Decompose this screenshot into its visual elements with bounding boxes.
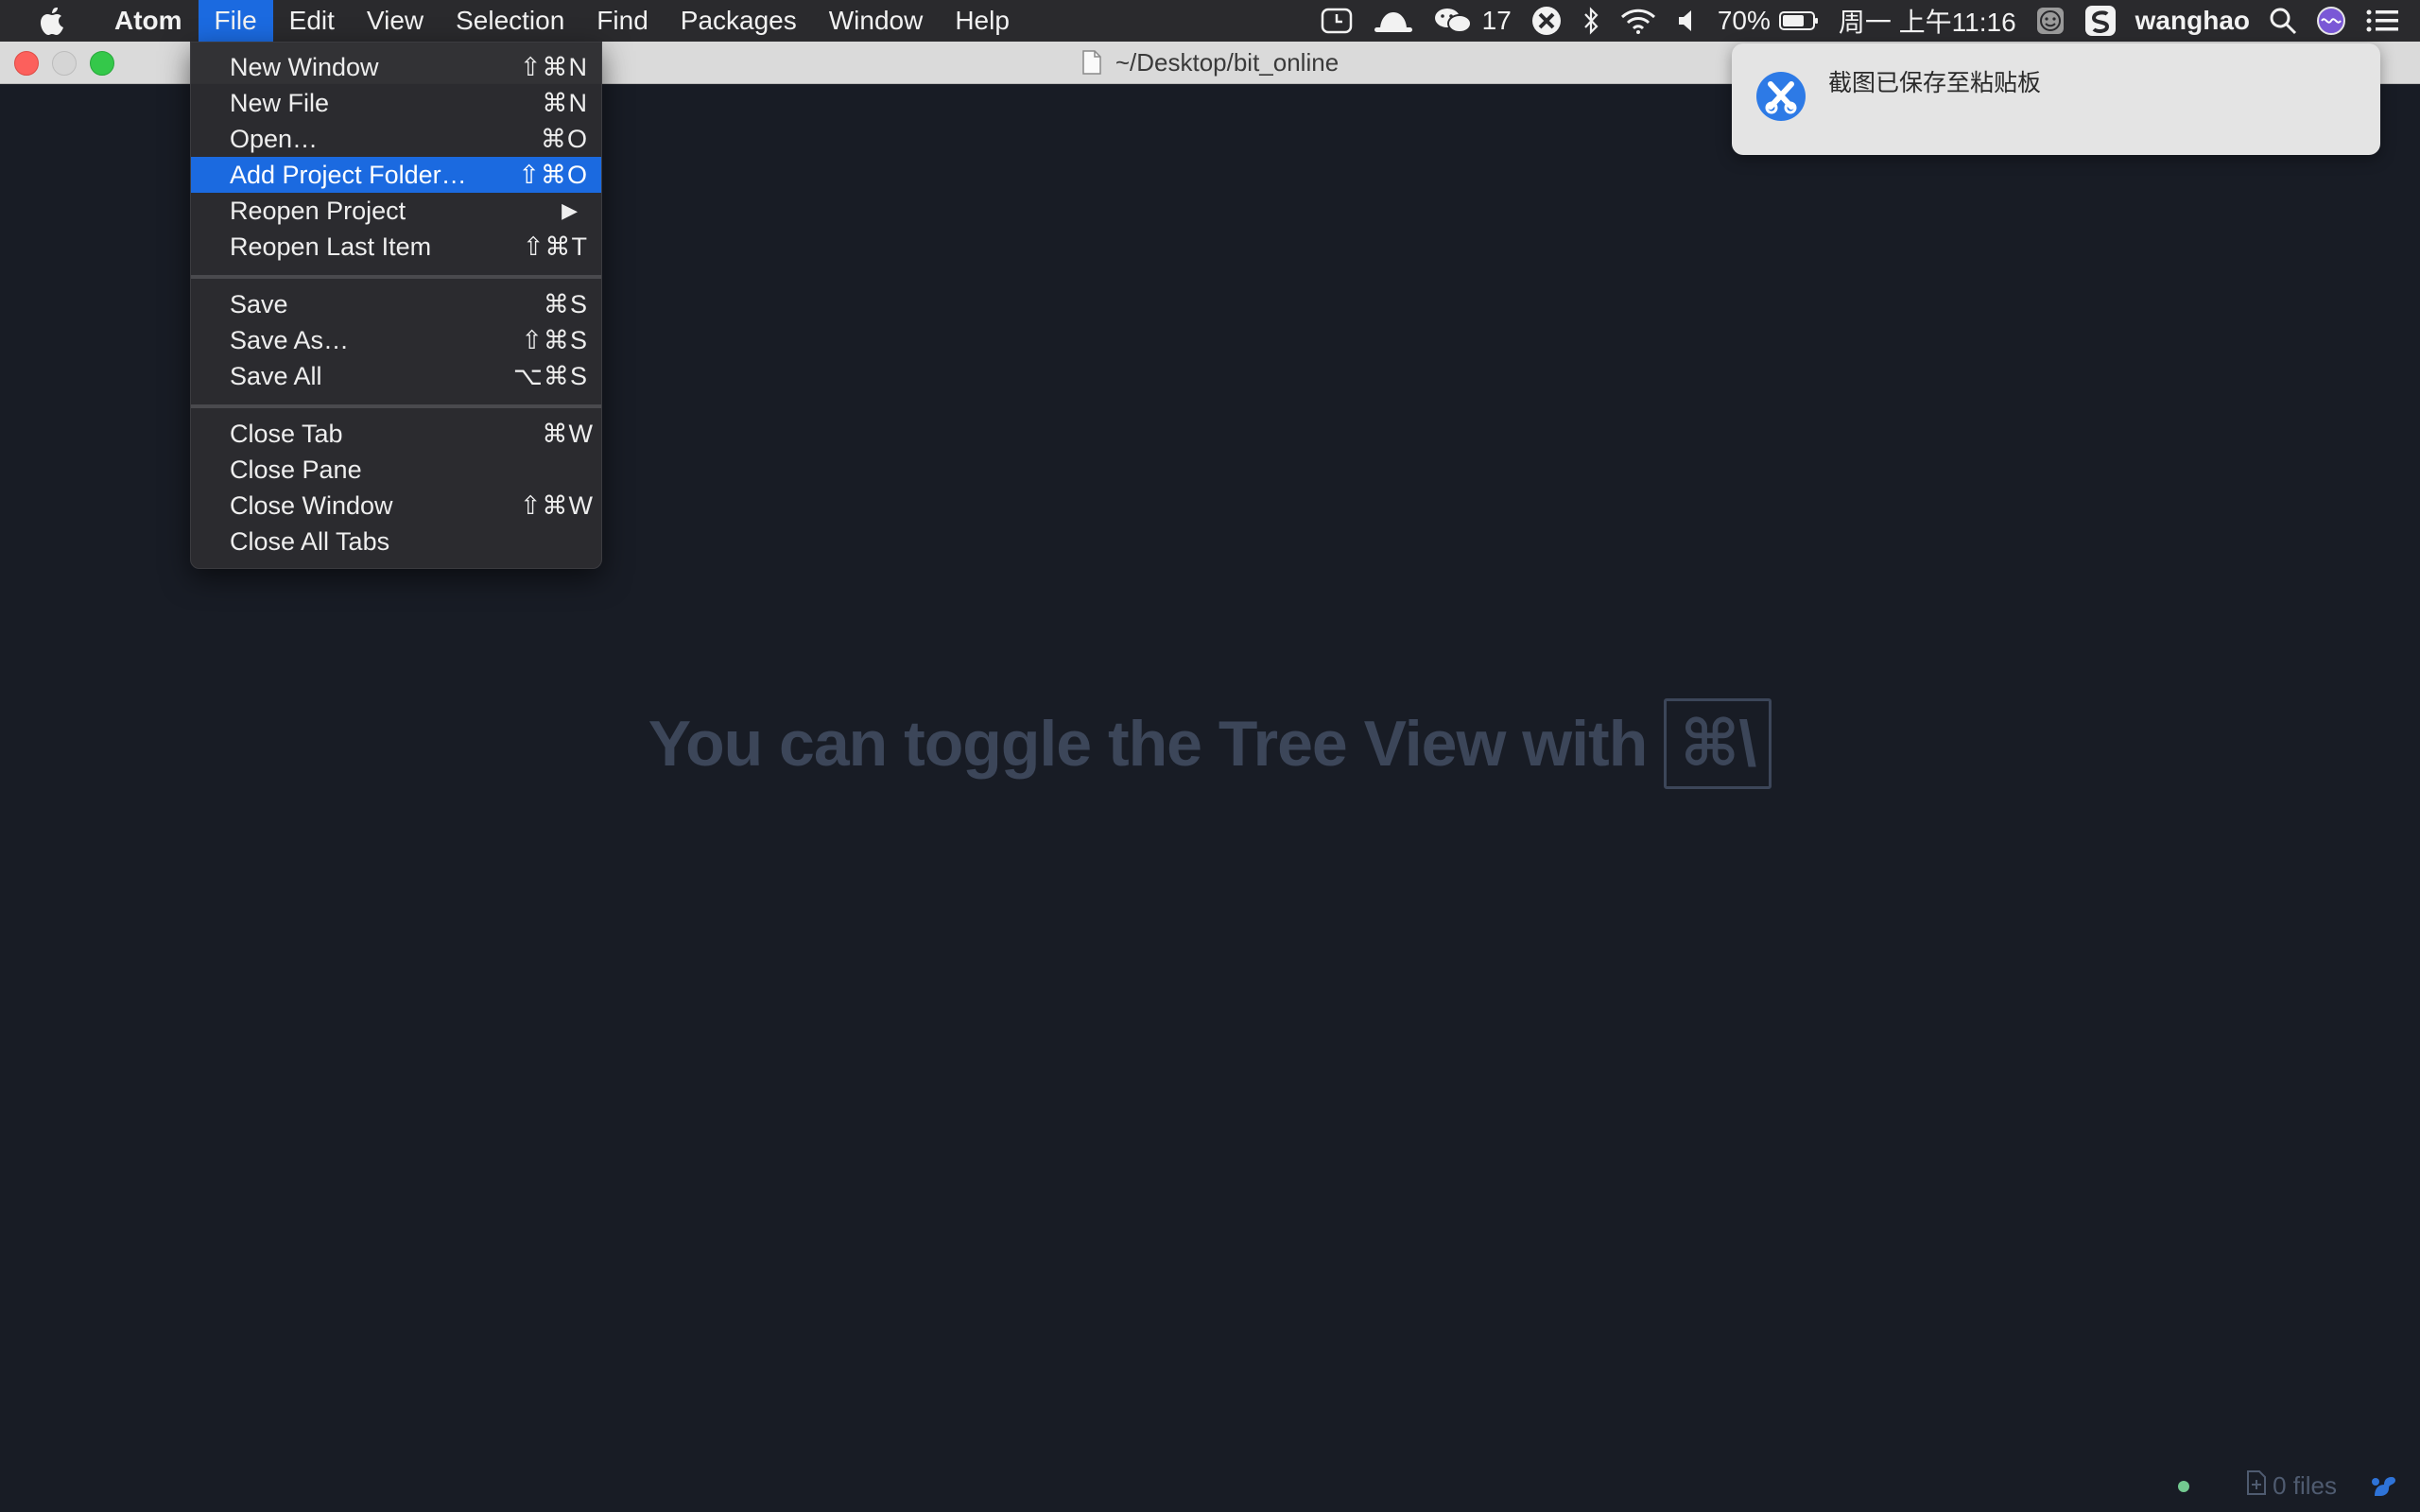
menu-item-new-file[interactable]: New File ⌘N bbox=[191, 85, 601, 121]
tree-view-shortcut-key: ⌘\ bbox=[1664, 698, 1772, 789]
window-title-text: ~/Desktop/bit_online bbox=[1115, 47, 1340, 77]
menu-separator bbox=[191, 404, 601, 408]
screenshot-tool-icon[interactable] bbox=[1530, 5, 1563, 37]
menu-item-close-tab[interactable]: Close Tab ⌘W bbox=[191, 416, 601, 452]
wechat-status[interactable]: 17 bbox=[1433, 6, 1512, 36]
tree-view-hint-text: You can toggle the Tree View with bbox=[648, 708, 1648, 780]
status-menus: 17 70% 周一 上午11:16 wanghao bbox=[1320, 0, 2401, 42]
siri-icon[interactable] bbox=[2316, 6, 2346, 36]
menu-file[interactable]: File bbox=[198, 0, 273, 42]
spotlight-search-icon[interactable] bbox=[2269, 7, 2297, 35]
file-menu-dropdown: New Window ⇧⌘N New File ⌘N Open… ⌘O Add … bbox=[190, 42, 602, 569]
status-bar: 0 files bbox=[0, 1460, 2420, 1512]
window-title: ~/Desktop/bit_online bbox=[1081, 48, 1339, 77]
submenu-arrow-icon: ▶ bbox=[562, 198, 579, 222]
menu-item-close-window[interactable]: Close Window ⇧⌘W bbox=[191, 488, 601, 524]
apple-icon[interactable] bbox=[34, 6, 72, 36]
menu-item-save-all[interactable]: Save All ⌥⌘S bbox=[191, 358, 601, 394]
menu-item-add-project-folder[interactable]: Add Project Folder… ⇧⌘O bbox=[191, 157, 601, 193]
notification-center-icon[interactable] bbox=[2365, 7, 2401, 35]
menu-item-close-all-tabs[interactable]: Close All Tabs bbox=[191, 524, 601, 559]
screenshot-saved-notification[interactable]: 截图已保存至粘贴板 bbox=[1732, 43, 2380, 155]
menu-help[interactable]: Help bbox=[939, 0, 1026, 42]
menu-item-new-window[interactable]: New Window ⇧⌘N bbox=[191, 49, 601, 85]
menu-item-open[interactable]: Open… ⌘O bbox=[191, 121, 601, 157]
menu-find[interactable]: Find bbox=[580, 0, 664, 42]
menu-packages[interactable]: Packages bbox=[665, 0, 813, 42]
battery-percent: 70% bbox=[1717, 6, 1771, 35]
battery-icon bbox=[1778, 9, 1820, 32]
menu-separator bbox=[191, 275, 601, 279]
notification-message: 截图已保存至粘贴板 bbox=[1828, 70, 2042, 96]
sogou-input-icon[interactable] bbox=[2084, 5, 2117, 37]
macos-menu-bar: Atom File Edit View Selection Find Packa… bbox=[0, 0, 2420, 42]
menu-item-reopen-last-item[interactable]: Reopen Last Item ⇧⌘T bbox=[191, 229, 601, 265]
menu-item-close-pane[interactable]: Close Pane bbox=[191, 452, 601, 488]
window-minimize-button[interactable] bbox=[52, 51, 77, 76]
screenshot-app-icon bbox=[1754, 70, 1807, 128]
wifi-icon[interactable] bbox=[1619, 7, 1657, 35]
menu-view[interactable]: View bbox=[351, 0, 440, 42]
menu-edit[interactable]: Edit bbox=[273, 0, 351, 42]
wechat-icon bbox=[1433, 6, 1473, 36]
volume-icon[interactable] bbox=[1676, 8, 1699, 34]
clock[interactable]: 周一 上午11:16 bbox=[1839, 2, 2016, 40]
file-count-text: 0 files bbox=[2273, 1471, 2337, 1500]
menu-item-reopen-project[interactable]: Reopen Project ▶ bbox=[191, 193, 601, 229]
menu-window[interactable]: Window bbox=[813, 0, 940, 42]
wechat-count: 17 bbox=[1481, 6, 1512, 35]
emoji-icon[interactable] bbox=[2035, 6, 2066, 36]
squirrel-update-icon[interactable] bbox=[2369, 1473, 2397, 1500]
window-zoom-button[interactable] bbox=[90, 51, 114, 76]
menu-selection[interactable]: Selection bbox=[440, 0, 580, 42]
menu-app-atom[interactable]: Atom bbox=[98, 0, 199, 42]
file-count-status[interactable]: 0 files bbox=[2246, 1469, 2337, 1503]
cloud-hat-icon[interactable] bbox=[1373, 7, 1414, 35]
bluetooth-icon[interactable] bbox=[1582, 6, 1600, 36]
tree-view-hint: You can toggle the Tree View with ⌘\ bbox=[0, 698, 2420, 789]
menu-item-save[interactable]: Save ⌘S bbox=[191, 286, 601, 322]
battery-status[interactable]: 70% bbox=[1718, 6, 1820, 36]
menu-item-save-as[interactable]: Save As… ⇧⌘S bbox=[191, 322, 601, 358]
document-icon bbox=[1081, 49, 1102, 76]
file-add-icon bbox=[2246, 1469, 2267, 1503]
window-close-button[interactable] bbox=[14, 51, 39, 76]
current-user[interactable]: wanghao bbox=[2135, 6, 2250, 36]
time-machine-icon[interactable] bbox=[1320, 7, 1354, 35]
git-status-dot[interactable] bbox=[2178, 1480, 2190, 1492]
